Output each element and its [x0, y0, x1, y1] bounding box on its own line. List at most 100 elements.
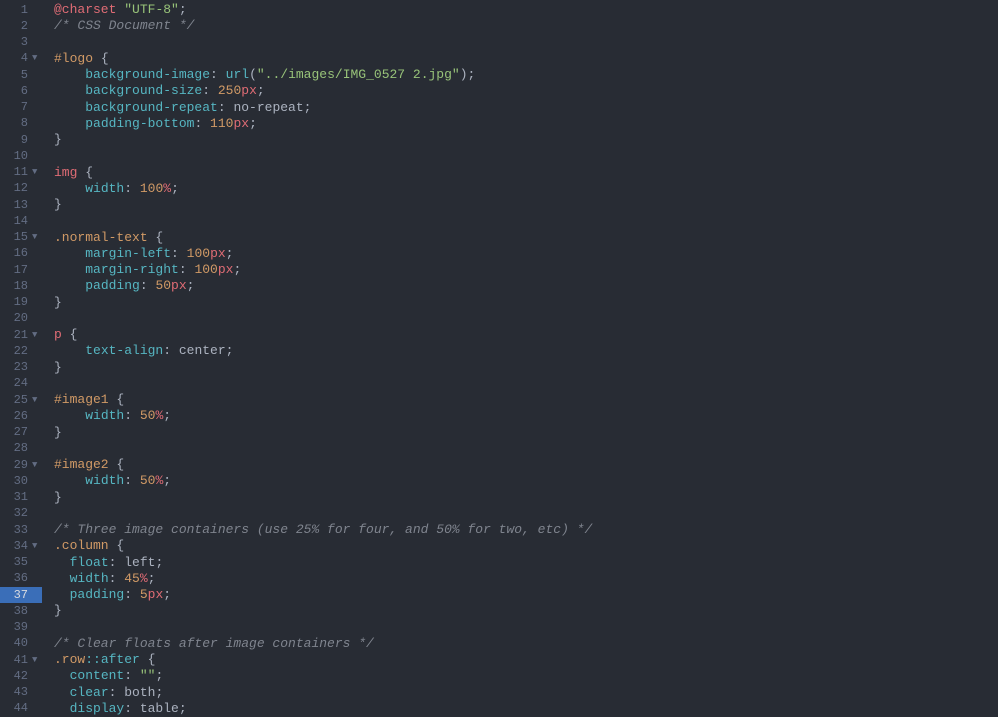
code-line[interactable]: padding: 5px;	[54, 587, 998, 603]
code-line[interactable]: width: 50%;	[54, 473, 998, 489]
gutter-line[interactable]: 21▼	[0, 327, 42, 343]
code-line[interactable]	[54, 311, 998, 327]
gutter-line[interactable]: 5	[0, 67, 42, 83]
gutter-line[interactable]: 14	[0, 213, 42, 229]
gutter-line[interactable]: 39	[0, 620, 42, 636]
semicolon-token: ;	[249, 116, 257, 131]
gutter-line[interactable]: 43	[0, 685, 42, 701]
gutter-line[interactable]: 23	[0, 360, 42, 376]
code-line[interactable]	[54, 148, 998, 164]
code-line[interactable]: float: left;	[54, 555, 998, 571]
gutter-line[interactable]: 10	[0, 148, 42, 164]
code-line[interactable]: /* Three image containers (use 25% for f…	[54, 522, 998, 538]
gutter-line[interactable]: 19	[0, 295, 42, 311]
code-line[interactable]: clear: both;	[54, 685, 998, 701]
code-line[interactable]: }	[54, 197, 998, 213]
code-line[interactable]: width: 50%;	[54, 408, 998, 424]
fold-marker-icon[interactable]: ▼	[32, 232, 40, 243]
gutter-line[interactable]: 18	[0, 278, 42, 294]
gutter-line[interactable]: 22	[0, 343, 42, 359]
gutter-line[interactable]: 4▼	[0, 51, 42, 67]
gutter-line[interactable]: 9	[0, 132, 42, 148]
gutter-line[interactable]: 42	[0, 668, 42, 684]
code-line[interactable]: }	[54, 360, 998, 376]
code-line[interactable]	[54, 376, 998, 392]
code-line[interactable]: @charset "UTF-8";	[54, 2, 998, 18]
gutter-line[interactable]: 13	[0, 197, 42, 213]
gutter-line[interactable]: 36	[0, 571, 42, 587]
gutter-line[interactable]: 44	[0, 701, 42, 717]
code-line[interactable]: }	[54, 295, 998, 311]
code-line[interactable]	[54, 213, 998, 229]
gutter-line[interactable]: 11▼	[0, 165, 42, 181]
fold-marker-icon[interactable]: ▼	[32, 330, 40, 341]
code-line[interactable]: background-repeat: no-repeat;	[54, 100, 998, 116]
gutter-line[interactable]: 3	[0, 35, 42, 51]
code-line[interactable]	[54, 441, 998, 457]
gutter-line[interactable]: 17	[0, 262, 42, 278]
gutter-line[interactable]: 34▼	[0, 538, 42, 554]
code-line[interactable]	[54, 620, 998, 636]
gutter-line[interactable]: 8	[0, 116, 42, 132]
code-line[interactable]	[54, 506, 998, 522]
code-line[interactable]: content: "";	[54, 668, 998, 684]
code-content-area[interactable]: @charset "UTF-8"; /* CSS Document */ #lo…	[42, 0, 998, 714]
gutter-line[interactable]: 29▼	[0, 457, 42, 473]
fold-marker-icon[interactable]: ▼	[32, 460, 40, 471]
gutter-line[interactable]: 28	[0, 441, 42, 457]
code-line[interactable]: /* Clear floats after image containers *…	[54, 636, 998, 652]
code-editor[interactable]: 1234▼567891011▼12131415▼161718192021▼222…	[0, 0, 998, 714]
gutter-line[interactable]: 32	[0, 506, 42, 522]
gutter-line[interactable]: 6	[0, 83, 42, 99]
code-line[interactable]: text-align: center;	[54, 343, 998, 359]
gutter-line[interactable]: 24	[0, 376, 42, 392]
gutter-line[interactable]: 41▼	[0, 652, 42, 668]
code-line[interactable]: display: table;	[54, 701, 998, 717]
code-line[interactable]: /* CSS Document */	[54, 18, 998, 34]
gutter-line[interactable]: 40	[0, 636, 42, 652]
gutter-line[interactable]: 12	[0, 181, 42, 197]
gutter-line[interactable]: 26	[0, 408, 42, 424]
fold-marker-icon[interactable]: ▼	[32, 541, 40, 552]
code-line[interactable]: margin-right: 100px;	[54, 262, 998, 278]
id-selector-token: #logo	[54, 51, 93, 66]
code-line[interactable]: padding-bottom: 110px;	[54, 116, 998, 132]
gutter-line[interactable]: 33	[0, 522, 42, 538]
code-line[interactable]	[54, 35, 998, 51]
code-line[interactable]: .column {	[54, 538, 998, 554]
gutter-line[interactable]: 25▼	[0, 392, 42, 408]
gutter-line[interactable]: 37	[0, 587, 42, 603]
code-line[interactable]: #image1 {	[54, 392, 998, 408]
gutter-line[interactable]: 7	[0, 100, 42, 116]
code-line[interactable]: }	[54, 603, 998, 619]
gutter-line[interactable]: 38	[0, 603, 42, 619]
fold-marker-icon[interactable]: ▼	[32, 167, 40, 178]
fold-marker-icon[interactable]: ▼	[32, 395, 40, 406]
gutter-line[interactable]: 30	[0, 473, 42, 489]
code-line[interactable]: width: 45%;	[54, 571, 998, 587]
fold-marker-icon[interactable]: ▼	[32, 53, 40, 64]
gutter-line[interactable]: 1	[0, 2, 42, 18]
gutter-line[interactable]: 16	[0, 246, 42, 262]
code-line[interactable]: }	[54, 425, 998, 441]
code-line[interactable]: .normal-text {	[54, 230, 998, 246]
gutter-line[interactable]: 20	[0, 311, 42, 327]
gutter-line[interactable]: 35	[0, 555, 42, 571]
code-line[interactable]: .row::after {	[54, 652, 998, 668]
gutter-line[interactable]: 27	[0, 425, 42, 441]
code-line[interactable]: }	[54, 132, 998, 148]
code-line[interactable]: padding: 50px;	[54, 278, 998, 294]
code-line[interactable]: }	[54, 490, 998, 506]
gutter-line[interactable]: 31	[0, 490, 42, 506]
code-line[interactable]: background-size: 250px;	[54, 83, 998, 99]
fold-marker-icon[interactable]: ▼	[32, 655, 40, 666]
code-line[interactable]: #logo {	[54, 51, 998, 67]
code-line[interactable]: width: 100%;	[54, 181, 998, 197]
gutter-line[interactable]: 2	[0, 18, 42, 34]
gutter-line[interactable]: 15▼	[0, 230, 42, 246]
code-line[interactable]: margin-left: 100px;	[54, 246, 998, 262]
code-line[interactable]: img {	[54, 165, 998, 181]
code-line[interactable]: background-image: url("../images/IMG_052…	[54, 67, 998, 83]
code-line[interactable]: #image2 {	[54, 457, 998, 473]
code-line[interactable]: p {	[54, 327, 998, 343]
